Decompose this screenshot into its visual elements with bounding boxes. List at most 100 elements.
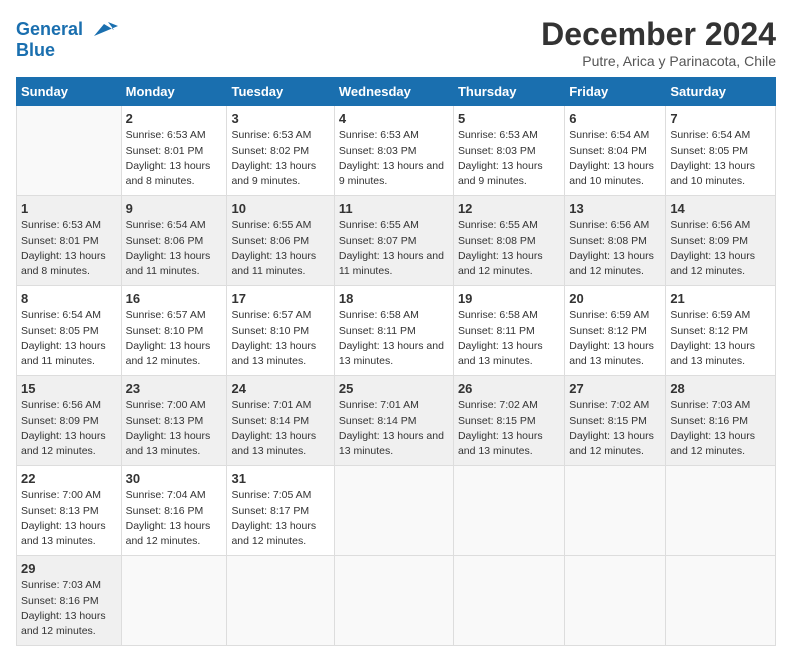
sunset: Sunset: 8:13 PM [126,415,204,427]
daylight: Daylight: 13 hours and 10 minutes. [670,160,755,187]
daylight: Daylight: 13 hours and 12 minutes. [670,250,755,277]
day-number: 28 [670,380,771,398]
daylight: Daylight: 13 hours and 13 minutes. [231,340,316,367]
calendar-cell [334,556,453,646]
day-number: 23 [126,380,223,398]
calendar-cell: 27Sunrise: 7:02 AMSunset: 8:15 PMDayligh… [565,376,666,466]
day-number: 12 [458,200,560,218]
daylight: Daylight: 13 hours and 13 minutes. [21,520,106,547]
sunrise: Sunrise: 7:03 AM [21,579,101,591]
sunrise: Sunrise: 7:05 AM [231,489,311,501]
sunset: Sunset: 8:02 PM [231,145,309,157]
sunrise: Sunrise: 7:03 AM [670,399,750,411]
header-row: Sunday Monday Tuesday Wednesday Thursday… [17,78,776,106]
calendar-cell: 22Sunrise: 7:00 AMSunset: 8:13 PMDayligh… [17,466,122,556]
calendar-cell: 14Sunrise: 6:56 AMSunset: 8:09 PMDayligh… [666,196,776,286]
calendar-cell [453,556,564,646]
calendar-cell: 29Sunrise: 7:03 AMSunset: 8:16 PMDayligh… [17,556,122,646]
sunset: Sunset: 8:06 PM [126,235,204,247]
calendar-cell [565,466,666,556]
day-number: 9 [126,200,223,218]
sunrise: Sunrise: 6:58 AM [339,309,419,321]
calendar-cell [666,556,776,646]
col-wednesday: Wednesday [334,78,453,106]
col-saturday: Saturday [666,78,776,106]
sunset: Sunset: 8:07 PM [339,235,417,247]
calendar-cell: 26Sunrise: 7:02 AMSunset: 8:15 PMDayligh… [453,376,564,466]
sunrise: Sunrise: 6:58 AM [458,309,538,321]
calendar-cell: 19Sunrise: 6:58 AMSunset: 8:11 PMDayligh… [453,286,564,376]
sunset: Sunset: 8:15 PM [569,415,647,427]
col-monday: Monday [121,78,227,106]
calendar-cell [565,556,666,646]
day-number: 6 [569,110,661,128]
day-number: 19 [458,290,560,308]
daylight: Daylight: 13 hours and 12 minutes. [126,340,211,367]
sunset: Sunset: 8:08 PM [569,235,647,247]
week-row: 1Sunrise: 6:53 AMSunset: 8:01 PMDaylight… [17,196,776,286]
sunrise: Sunrise: 6:56 AM [21,399,101,411]
sunset: Sunset: 8:14 PM [231,415,309,427]
sunrise: Sunrise: 6:55 AM [458,219,538,231]
calendar-cell [121,556,227,646]
sunset: Sunset: 8:03 PM [458,145,536,157]
daylight: Daylight: 13 hours and 11 minutes. [339,250,444,277]
calendar-cell: 21Sunrise: 6:59 AMSunset: 8:12 PMDayligh… [666,286,776,376]
logo-bird-icon [90,16,118,44]
sunrise: Sunrise: 6:53 AM [339,129,419,141]
sunrise: Sunrise: 7:02 AM [458,399,538,411]
sunset: Sunset: 8:11 PM [339,325,416,337]
day-number: 3 [231,110,329,128]
day-number: 2 [126,110,223,128]
day-number: 25 [339,380,449,398]
daylight: Daylight: 13 hours and 13 minutes. [126,430,211,457]
sunrise: Sunrise: 6:59 AM [569,309,649,321]
sunrise: Sunrise: 7:01 AM [231,399,311,411]
sunset: Sunset: 8:11 PM [458,325,535,337]
day-number: 10 [231,200,329,218]
logo: General Blue [16,16,118,61]
day-number: 18 [339,290,449,308]
sunset: Sunset: 8:04 PM [569,145,647,157]
sunrise: Sunrise: 7:00 AM [21,489,101,501]
daylight: Daylight: 13 hours and 12 minutes. [21,610,106,637]
daylight: Daylight: 13 hours and 9 minutes. [458,160,543,187]
sunset: Sunset: 8:10 PM [126,325,204,337]
calendar-cell [666,466,776,556]
sunset: Sunset: 8:15 PM [458,415,536,427]
calendar-cell: 13Sunrise: 6:56 AMSunset: 8:08 PMDayligh… [565,196,666,286]
calendar-cell: 4Sunrise: 6:53 AMSunset: 8:03 PMDaylight… [334,106,453,196]
daylight: Daylight: 13 hours and 12 minutes. [458,250,543,277]
week-row: 8Sunrise: 6:54 AMSunset: 8:05 PMDaylight… [17,286,776,376]
calendar-cell: 31Sunrise: 7:05 AMSunset: 8:17 PMDayligh… [227,466,334,556]
day-number: 24 [231,380,329,398]
sunset: Sunset: 8:14 PM [339,415,417,427]
sunrise: Sunrise: 6:53 AM [231,129,311,141]
sunrise: Sunrise: 6:54 AM [670,129,750,141]
sunrise: Sunrise: 6:59 AM [670,309,750,321]
daylight: Daylight: 13 hours and 12 minutes. [670,430,755,457]
daylight: Daylight: 13 hours and 13 minutes. [670,340,755,367]
daylight: Daylight: 13 hours and 11 minutes. [21,340,106,367]
day-number: 5 [458,110,560,128]
day-number: 15 [21,380,117,398]
calendar-cell: 8Sunrise: 6:54 AMSunset: 8:05 PMDaylight… [17,286,122,376]
calendar-cell: 30Sunrise: 7:04 AMSunset: 8:16 PMDayligh… [121,466,227,556]
calendar-cell: 11Sunrise: 6:55 AMSunset: 8:07 PMDayligh… [334,196,453,286]
day-number: 30 [126,470,223,488]
calendar-cell: 15Sunrise: 6:56 AMSunset: 8:09 PMDayligh… [17,376,122,466]
daylight: Daylight: 13 hours and 12 minutes. [21,430,106,457]
daylight: Daylight: 13 hours and 9 minutes. [231,160,316,187]
daylight: Daylight: 13 hours and 12 minutes. [231,520,316,547]
sunrise: Sunrise: 6:55 AM [231,219,311,231]
day-number: 11 [339,200,449,218]
col-friday: Friday [565,78,666,106]
daylight: Daylight: 13 hours and 13 minutes. [569,340,654,367]
day-number: 8 [21,290,117,308]
sunrise: Sunrise: 6:56 AM [670,219,750,231]
sunset: Sunset: 8:12 PM [569,325,647,337]
sunset: Sunset: 8:16 PM [21,595,99,607]
sunrise: Sunrise: 6:54 AM [21,309,101,321]
calendar-cell [453,466,564,556]
calendar-cell: 2Sunrise: 6:53 AMSunset: 8:01 PMDaylight… [121,106,227,196]
